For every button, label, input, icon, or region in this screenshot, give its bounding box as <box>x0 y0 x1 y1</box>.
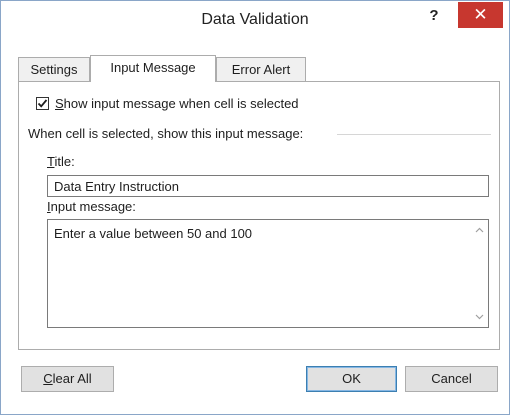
input-message-text: Enter a value between 50 and 100 <box>54 226 253 241</box>
help-button[interactable]: ? <box>420 7 448 29</box>
title-bar: Data Validation ? ✕ <box>1 1 509 38</box>
input-message-textarea[interactable]: Enter a value between 50 and 100 <box>47 219 489 328</box>
data-validation-dialog: Data Validation ? ✕ Settings Input Messa… <box>0 0 510 415</box>
scroll-down-icon[interactable] <box>474 311 485 322</box>
message-scrollbar[interactable] <box>471 220 488 327</box>
input-message-label: Input message: <box>47 199 136 214</box>
show-input-message-checkbox[interactable] <box>36 96 49 110</box>
scroll-up-icon[interactable] <box>474 225 485 236</box>
show-input-message-option[interactable]: Show input message when cell is selected <box>36 94 299 112</box>
input-message-panel: Show input message when cell is selected… <box>18 81 500 350</box>
tab-error-alert[interactable]: Error Alert <box>216 57 306 81</box>
tab-settings[interactable]: Settings <box>18 57 90 81</box>
cancel-button[interactable]: Cancel <box>405 366 498 392</box>
close-button[interactable]: ✕ <box>458 2 503 28</box>
group-divider <box>337 134 491 135</box>
clear-all-button[interactable]: Clear All <box>21 366 114 392</box>
checkmark-icon <box>37 98 48 108</box>
group-label: When cell is selected, show this input m… <box>28 126 304 141</box>
ok-button[interactable]: OK <box>306 366 397 392</box>
title-input[interactable] <box>47 175 489 197</box>
tab-input-message[interactable]: Input Message <box>90 55 216 82</box>
show-input-message-label: Show input message when cell is selected <box>55 95 299 111</box>
title-label: Title: <box>47 154 75 169</box>
